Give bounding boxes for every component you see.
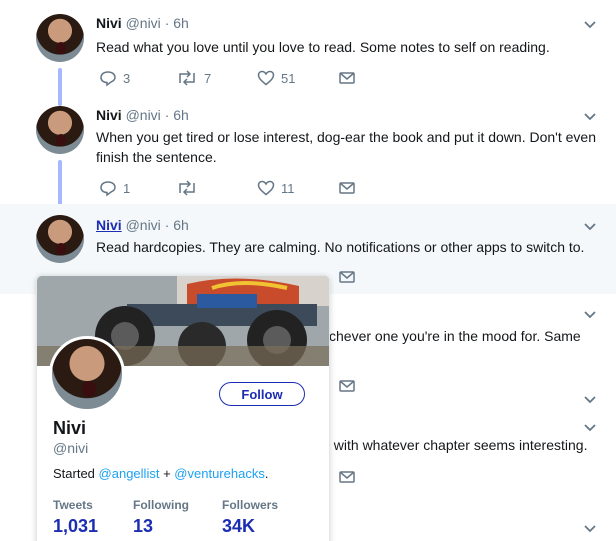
tweet-text: Read what you love until you love to rea… [96, 39, 550, 55]
tweet-actions: 3 7 51 [96, 69, 396, 89]
tweet-actions: 1 11 [96, 179, 396, 199]
message-icon[interactable] [338, 268, 356, 286]
tweet-header: Nivi @nivi · 6h [96, 15, 189, 31]
chevron-down-icon[interactable] [583, 220, 597, 234]
retweet-button[interactable]: 7 [176, 69, 211, 87]
author-handle: @nivi [125, 217, 161, 233]
chevron-down-icon[interactable] [583, 522, 597, 536]
chevron-down-icon[interactable] [583, 110, 597, 124]
message-icon [339, 72, 355, 84]
author-handle: @nivi [125, 107, 161, 123]
tweet-time[interactable]: 6h [173, 217, 189, 233]
stat-value: 34K [222, 516, 256, 536]
avatar[interactable] [36, 106, 84, 154]
stat-value: 1,031 [53, 516, 99, 536]
profile-handle: @nivi [53, 440, 89, 456]
message-icon [339, 182, 355, 194]
like-icon [257, 70, 275, 86]
stat-tweets[interactable]: Tweets 1,031 [53, 498, 98, 537]
tweet-text: Read hardcopies. They are calming. No no… [96, 239, 585, 255]
profile-avatar[interactable] [49, 336, 125, 412]
thread-line [58, 160, 62, 210]
chevron-down-icon[interactable] [583, 308, 597, 322]
tweet-1[interactable]: Nivi @nivi · 6h Read what you love until… [0, 0, 616, 106]
like-icon [257, 180, 275, 196]
message-button[interactable] [338, 69, 356, 87]
reply-count: 3 [123, 70, 131, 86]
reply-button[interactable]: 1 [99, 179, 130, 197]
stat-following[interactable]: Following 13 [133, 498, 189, 537]
profile-name[interactable]: Nivi [53, 418, 86, 439]
reply-icon [100, 71, 116, 87]
tweet-text-partial: t with whatever chapter seems interestin… [326, 437, 588, 453]
chevron-down-icon[interactable] [583, 18, 597, 32]
meta-separator: · [164, 107, 170, 123]
tweet-header: Nivi @nivi · 6h [96, 217, 189, 233]
stat-label: Following [133, 498, 189, 512]
like-button[interactable]: 51 [257, 69, 295, 87]
avatar[interactable] [36, 215, 84, 263]
bio-link-venturehacks[interactable]: @venturehacks [174, 466, 265, 481]
author-handle: @nivi [125, 15, 161, 31]
author-name[interactable]: Nivi [96, 15, 122, 31]
bio-text: . [264, 466, 269, 481]
timeline: Nivi @nivi · 6h Read what you love until… [0, 0, 616, 541]
tweet-text-partial: chever one you're in the mood for. Same [329, 328, 581, 344]
stat-label: Tweets [53, 498, 93, 512]
like-count: 11 [281, 180, 295, 196]
meta-separator: · [164, 217, 170, 233]
message-button[interactable] [338, 179, 356, 197]
like-button[interactable]: 11 [257, 179, 295, 197]
profile-hover-card[interactable]: Follow Nivi @nivi Started @angellist + @… [36, 275, 330, 541]
message-icon[interactable] [338, 377, 356, 395]
author-name[interactable]: Nivi [96, 217, 122, 233]
chevron-down-icon[interactable] [583, 393, 597, 407]
bio-link-angellist[interactable]: @angellist [99, 466, 160, 481]
stat-value: 13 [133, 516, 154, 536]
reply-button[interactable]: 3 [99, 69, 130, 87]
retweet-button[interactable] [176, 179, 204, 197]
author-name[interactable]: Nivi [96, 107, 122, 123]
bio-text: + [163, 466, 171, 481]
tweet-text: When you get tired or lose interest, dog… [96, 129, 596, 165]
retweet-icon [179, 70, 195, 86]
stat-label: Followers [222, 498, 279, 512]
stat-followers[interactable]: Followers 34K [222, 498, 278, 537]
tweet-2[interactable]: Nivi @nivi · 6h When you get tired or lo… [0, 100, 616, 210]
tweet-time[interactable]: 6h [173, 15, 189, 31]
profile-bio: Started @angellist + @venturehacks. [53, 466, 268, 481]
reply-icon [100, 181, 116, 197]
retweet-count: 7 [204, 70, 212, 86]
follow-button[interactable]: Follow [219, 382, 305, 406]
chevron-down-icon[interactable] [583, 421, 597, 435]
like-count: 51 [281, 70, 296, 86]
avatar[interactable] [36, 14, 84, 62]
tweet-header: Nivi @nivi · 6h [96, 107, 189, 123]
bio-text: Started [53, 466, 95, 481]
message-icon[interactable] [338, 468, 356, 486]
reply-count: 1 [123, 180, 131, 196]
tweet-time[interactable]: 6h [173, 107, 189, 123]
retweet-icon [179, 180, 195, 196]
meta-separator: · [164, 15, 170, 31]
